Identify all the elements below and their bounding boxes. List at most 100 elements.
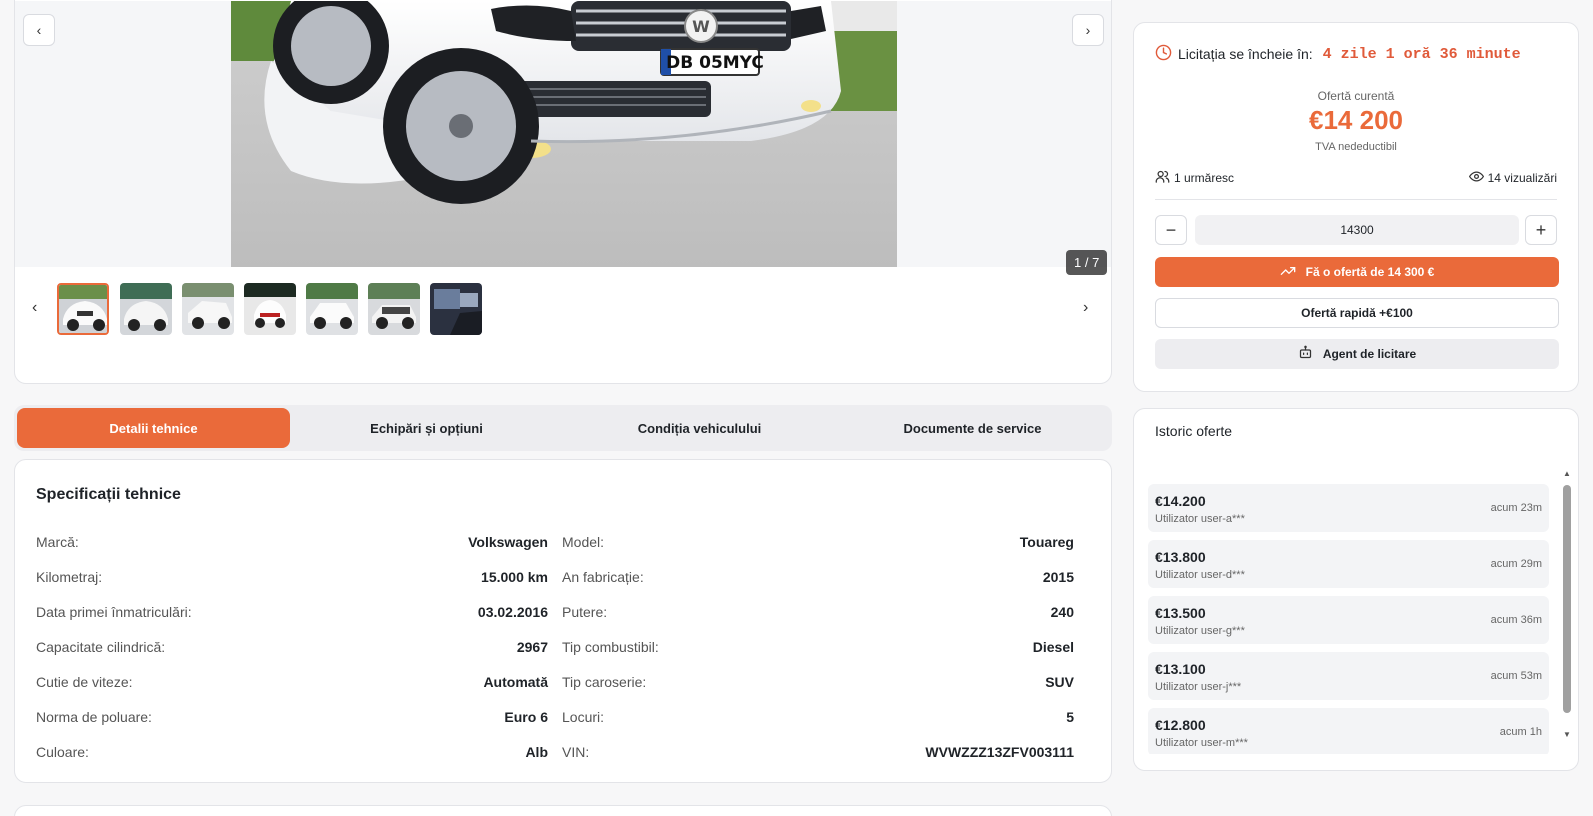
- spec-label: Norma de poluare:: [36, 709, 152, 725]
- technical-specs-card: Specificații tehnice Marcă: Volkswagen K…: [14, 459, 1112, 783]
- current-offer-value: €14 200: [1309, 105, 1403, 135]
- chevron-right-icon: ›: [1085, 22, 1091, 38]
- decrease-bid-button[interactable]: −: [1155, 215, 1187, 245]
- divider: [1155, 199, 1557, 200]
- thumbnail[interactable]: [430, 283, 482, 335]
- bid-time: acum 53m: [1490, 670, 1542, 682]
- plus-icon: +: [1535, 219, 1547, 240]
- bid-amount: €13.500: [1155, 605, 1206, 621]
- next-image-button[interactable]: ›: [1072, 14, 1104, 46]
- bidding-agent-button[interactable]: Agent de licitare: [1155, 339, 1559, 369]
- chevron-left-icon: ‹: [36, 22, 42, 38]
- bid-user: Utilizator user-m***: [1155, 737, 1248, 749]
- bid-user: Utilizator user-d***: [1155, 569, 1245, 581]
- spec-label: An fabricație:: [562, 569, 644, 585]
- spec-label: Tip caroserie:: [562, 674, 647, 690]
- bid-history-item: €13.500 Utilizator user-g*** acum 36m: [1148, 596, 1549, 644]
- thumbnail[interactable]: [306, 283, 358, 335]
- spec-label: Model:: [562, 534, 605, 550]
- main-image-area: W DB 05MYC ‹ › 1 / 7: [15, 1, 1111, 275]
- spec-row-engine-capacity: Capacitate cilindrică: 2967: [36, 636, 548, 658]
- spec-label: Marcă:: [36, 534, 79, 550]
- spec-label: Cutie de viteze:: [36, 674, 133, 690]
- prev-image-button[interactable]: ‹: [23, 14, 55, 46]
- thumbnail[interactable]: [368, 283, 420, 335]
- bid-history-item: €13.800 Utilizator user-d*** acum 29m: [1148, 540, 1549, 588]
- increase-bid-button[interactable]: +: [1525, 215, 1557, 245]
- bid-history-item: €14.200 Utilizator user-a*** acum 23m: [1148, 484, 1549, 532]
- spec-label: Kilometraj:: [36, 569, 103, 585]
- clock-icon: [1155, 44, 1172, 64]
- thumbnail[interactable]: [244, 283, 296, 335]
- spec-value: Volkswagen: [468, 534, 548, 550]
- spec-value: Touareg: [1019, 534, 1074, 550]
- quick-bid-button[interactable]: Ofertă rapidă +€100: [1155, 298, 1559, 328]
- spec-row-model: Model: Touareg: [562, 531, 1074, 553]
- spec-value: 03.02.2016: [477, 604, 548, 620]
- spec-value: 2015: [1042, 569, 1074, 585]
- thumbnail[interactable]: [182, 283, 234, 335]
- tab-service-documents[interactable]: Documente de service: [836, 408, 1109, 448]
- bid-history-scrollbar[interactable]: ▲ ▼: [1561, 469, 1573, 744]
- bid-amount-input[interactable]: [1195, 215, 1519, 245]
- spec-label: Data primei înmatriculări:: [36, 604, 192, 620]
- spec-value: 5: [1066, 709, 1074, 725]
- trending-up-icon: [1280, 263, 1296, 282]
- auction-timer: Licitația se încheie în: 4 zile 1 oră 36…: [1155, 44, 1521, 64]
- place-bid-button[interactable]: Fă o ofertă de 14 300 €: [1155, 257, 1559, 287]
- spec-row-power: Putere: 240: [562, 601, 1074, 623]
- bid-user: Utilizator user-a***: [1155, 513, 1245, 525]
- bid-time: acum 1h: [1499, 726, 1542, 738]
- bid-history-card: Istoric oferte €14.200 Utilizator user-a…: [1133, 408, 1579, 771]
- views-text: 14 vizualizări: [1487, 171, 1557, 185]
- tab-equipment-options[interactable]: Echipări și opțiuni: [290, 408, 563, 448]
- robot-icon: [1298, 345, 1313, 363]
- thumbnails-next-button[interactable]: ›: [1083, 299, 1088, 317]
- bid-time: acum 23m: [1490, 502, 1542, 514]
- thumbnail[interactable]: [57, 283, 109, 335]
- specs-title: Specificații tehnice: [36, 486, 181, 503]
- thumbnail-strip: ‹ ›: [15, 281, 1111, 337]
- thumbnails-prev-button[interactable]: ‹: [32, 299, 37, 317]
- tab-vehicle-condition[interactable]: Condiția vehiculului: [563, 408, 836, 448]
- minus-icon: −: [1165, 219, 1177, 240]
- bid-history-item: €13.100 Utilizator user-j*** acum 53m: [1148, 652, 1549, 700]
- spec-row-mileage: Kilometraj: 15.000 km: [36, 566, 548, 588]
- spec-label: Culoare:: [36, 744, 89, 760]
- scroll-down-icon[interactable]: ▼: [1561, 730, 1573, 739]
- bid-time: acum 29m: [1490, 558, 1542, 570]
- scroll-up-icon[interactable]: ▲: [1561, 469, 1573, 478]
- spec-value: WVWZZZ13ZFV003111: [925, 744, 1074, 760]
- views-count: 14 vizualizări: [1468, 169, 1557, 187]
- spec-value: Alb: [525, 744, 548, 760]
- spec-value: 240: [1050, 604, 1074, 620]
- bid-user: Utilizator user-g***: [1155, 625, 1245, 637]
- spec-value: Diesel: [1032, 639, 1074, 655]
- thumbnail[interactable]: [120, 283, 172, 335]
- tab-technical-details[interactable]: Detalii tehnice: [17, 408, 290, 448]
- spec-value: Automată: [483, 674, 548, 690]
- watchers-text: 1 urmăresc: [1174, 171, 1235, 185]
- eye-icon: [1468, 169, 1484, 187]
- detail-tabs: Detalii tehnice Echipări și opțiuni Cond…: [14, 405, 1112, 451]
- users-icon: [1155, 169, 1170, 187]
- car-photo[interactable]: W DB 05MYC: [231, 1, 897, 267]
- spec-value: 2967: [516, 639, 548, 655]
- spec-row-year: An fabricație: 2015: [562, 566, 1074, 588]
- scrollbar-thumb[interactable]: [1563, 485, 1571, 713]
- bid-time: acum 36m: [1490, 614, 1542, 626]
- agent-label: Agent de licitare: [1322, 347, 1417, 361]
- place-bid-label: Fă o ofertă de 14 300 €: [1305, 265, 1435, 279]
- watchers-count: 1 urmăresc: [1155, 169, 1234, 187]
- bid-user: Utilizator user-j***: [1155, 681, 1242, 693]
- quick-bid-label: Ofertă rapidă +€100: [1301, 306, 1413, 320]
- auction-panel: Licitația se încheie în: 4 zile 1 oră 36…: [1133, 22, 1579, 392]
- bid-amount: €14.200: [1155, 493, 1206, 509]
- svg-text:DB 05MYC: DB 05MYC: [666, 53, 764, 73]
- svg-text:W: W: [692, 17, 710, 36]
- image-gallery: W DB 05MYC ‹ › 1 / 7 ‹ ›: [14, 0, 1112, 384]
- current-offer-label: Ofertă curentă: [1317, 89, 1395, 103]
- bid-history-list[interactable]: €14.200 Utilizator user-a*** acum 23m €1…: [1148, 484, 1549, 754]
- spec-row-first-registration: Data primei înmatriculări: 03.02.2016: [36, 601, 548, 623]
- spec-label: Capacitate cilindrică:: [36, 639, 166, 655]
